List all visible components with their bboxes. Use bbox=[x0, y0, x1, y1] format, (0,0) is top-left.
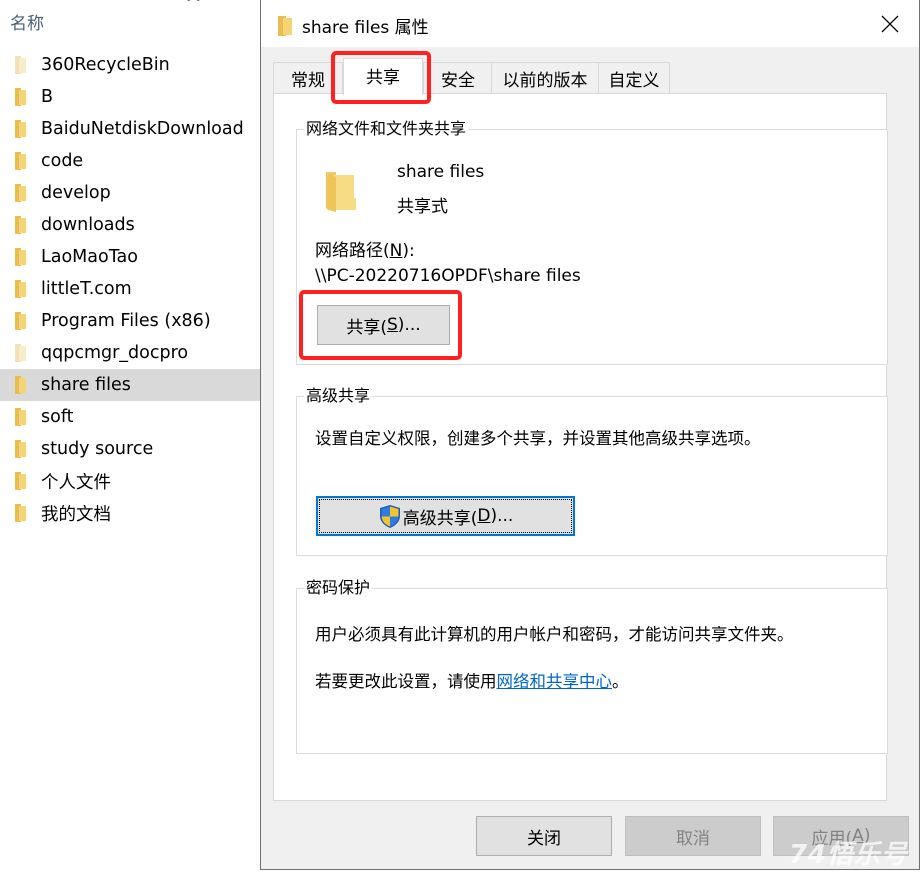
cancel-button[interactable]: 取消 bbox=[625, 816, 761, 856]
file-name: littleT.com bbox=[41, 279, 132, 299]
watermark: 74悟乐号 bbox=[788, 840, 908, 870]
network-sharing-center-link[interactable]: 网络和共享中心 bbox=[497, 672, 613, 691]
name-column-header[interactable]: 名称 bbox=[10, 9, 44, 34]
folder-icon bbox=[15, 216, 26, 234]
folder-icon bbox=[15, 280, 26, 298]
folder-icon bbox=[15, 88, 26, 106]
folder-icon bbox=[15, 56, 26, 74]
file-list-item[interactable]: develop bbox=[0, 177, 260, 209]
file-list-item[interactable]: code bbox=[0, 145, 260, 177]
folder-icon bbox=[15, 120, 26, 138]
file-explorer-pane: ^ 名称 360RecycleBin B BaiduNetdiskDownload c… bbox=[0, 0, 260, 875]
file-name: Program Files (x86) bbox=[41, 311, 211, 331]
file-name: share files bbox=[41, 375, 131, 395]
file-name: code bbox=[41, 151, 84, 171]
file-list-item[interactable]: BaiduNetdiskDownload bbox=[0, 113, 260, 145]
close-button[interactable] bbox=[861, 0, 919, 47]
file-name: B bbox=[41, 87, 54, 107]
file-name: develop bbox=[41, 183, 111, 203]
shared-folder-name: share files bbox=[397, 162, 485, 182]
file-name: downloads bbox=[41, 215, 135, 235]
file-list-item[interactable]: study source bbox=[0, 433, 260, 465]
file-name: soft bbox=[41, 407, 74, 427]
file-list-item[interactable]: 我的文档 bbox=[0, 497, 260, 529]
folder-icon bbox=[15, 344, 26, 362]
file-name: LaoMaoTao bbox=[41, 247, 138, 267]
folder-icon bbox=[15, 472, 26, 490]
tab-security[interactable]: 安全 bbox=[423, 62, 493, 94]
sort-ascending-icon[interactable]: ^ bbox=[185, 0, 202, 11]
folder-icon bbox=[15, 504, 26, 522]
file-name: 个人文件 bbox=[41, 472, 111, 493]
folder-icon bbox=[278, 16, 292, 36]
file-name: BaiduNetdiskDownload bbox=[41, 119, 244, 139]
file-name: study source bbox=[41, 439, 154, 459]
network-sharing-group: 网络文件和文件夹共享 share files 共享式 网络路径(N): \\PC… bbox=[296, 119, 888, 365]
advanced-sharing-group: 高级共享 设置自定义权限，创建多个共享，并设置其他高级共享选项。 高级共享(D)… bbox=[296, 386, 888, 556]
file-list-item[interactable]: qqpcmgr_docpro bbox=[0, 337, 260, 369]
share-status: 共享式 bbox=[397, 197, 448, 217]
file-list-item[interactable]: downloads bbox=[0, 209, 260, 241]
sharing-tab-panel: 网络文件和文件夹共享 share files 共享式 网络路径(N): \\PC… bbox=[273, 93, 888, 801]
shared-folder-icon bbox=[326, 172, 356, 212]
network-path-value: \\PC-20220716OPDF\share files bbox=[315, 266, 581, 286]
advanced-sharing-description: 设置自定义权限，创建多个共享，并设置其他高级共享选项。 bbox=[315, 429, 761, 448]
file-list-item[interactable]: Program Files (x86) bbox=[0, 305, 260, 337]
file-list-item[interactable]: soft bbox=[0, 401, 260, 433]
folder-icon bbox=[15, 248, 26, 266]
share-button[interactable]: 共享(S)... bbox=[317, 305, 450, 345]
close-icon bbox=[881, 15, 899, 32]
folder-icon bbox=[15, 312, 26, 330]
file-list-item[interactable]: B bbox=[0, 81, 260, 113]
tab-customize[interactable]: 自定义 bbox=[598, 62, 670, 94]
file-list-item[interactable]: littleT.com bbox=[0, 273, 260, 305]
uac-shield-icon bbox=[379, 504, 400, 528]
change-setting-text: 若要更改此设置，请使用网络和共享中心。 bbox=[315, 672, 629, 691]
tab-sharing[interactable]: 共享 bbox=[343, 58, 423, 95]
file-name: 我的文档 bbox=[41, 504, 111, 525]
file-name: qqpcmgr_docpro bbox=[41, 343, 189, 363]
password-protection-description: 用户必须具有此计算机的用户帐户和密码，才能访问共享文件夹。 bbox=[315, 625, 794, 644]
dialog-title: share files 属性 bbox=[302, 18, 429, 38]
close-dialog-button[interactable]: 关闭 bbox=[476, 816, 612, 856]
file-list-item[interactable]: share files bbox=[0, 369, 260, 401]
tab-general[interactable]: 常规 bbox=[273, 62, 343, 94]
file-list-item[interactable]: LaoMaoTao bbox=[0, 241, 260, 273]
folder-icon bbox=[15, 184, 26, 202]
file-name: 360RecycleBin bbox=[41, 55, 170, 75]
properties-dialog: share files 属性 常规 共享 安全 以前的版本 自定义 网络文件和文… bbox=[260, 0, 920, 870]
folder-icon bbox=[15, 152, 26, 170]
advanced-sharing-group-label: 高级共享 bbox=[304, 386, 373, 406]
tab-strip: 常规 共享 安全 以前的版本 自定义 bbox=[273, 58, 913, 95]
network-sharing-group-label: 网络文件和文件夹共享 bbox=[304, 119, 469, 139]
folder-icon bbox=[15, 408, 26, 426]
file-list-item[interactable]: 360RecycleBin bbox=[0, 49, 260, 81]
tab-previous-versions[interactable]: 以前的版本 bbox=[491, 62, 599, 94]
password-protection-group-label: 密码保护 bbox=[304, 578, 373, 598]
title-bar[interactable]: share files 属性 bbox=[261, 0, 919, 47]
file-list: 360RecycleBin B BaiduNetdiskDownload code de… bbox=[0, 49, 260, 529]
password-protection-group: 密码保护 用户必须具有此计算机的用户帐户和密码，才能访问共享文件夹。 若要更改此… bbox=[296, 578, 888, 754]
folder-icon bbox=[15, 376, 26, 394]
file-list-item[interactable]: 个人文件 bbox=[0, 465, 260, 497]
folder-icon bbox=[15, 440, 26, 458]
advanced-sharing-button[interactable]: 高级共享(D)... bbox=[316, 496, 575, 536]
network-path-label: 网络路径(N): bbox=[315, 241, 415, 261]
